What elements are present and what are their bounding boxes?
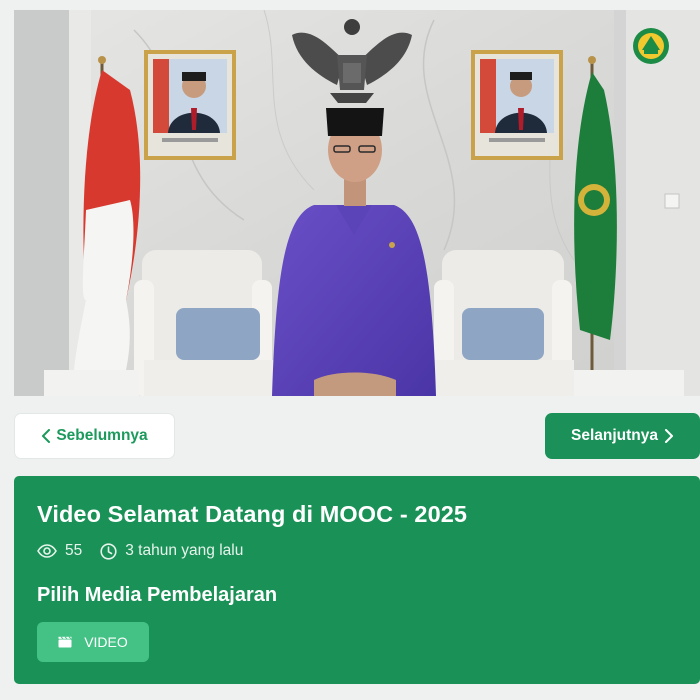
film-clapper-icon xyxy=(58,636,72,648)
previous-button-label: Sebelumnya xyxy=(56,427,148,444)
video-media-button[interactable]: VIDEO xyxy=(37,622,149,662)
eye-icon xyxy=(37,544,57,558)
next-button-label: Selanjutnya xyxy=(571,427,658,444)
next-button[interactable]: Selanjutnya xyxy=(545,413,700,459)
video-meta: 55 3 tahun yang lalu xyxy=(37,542,243,560)
posted-time: 3 tahun yang lalu xyxy=(125,542,244,559)
chevron-right-icon xyxy=(664,429,674,443)
video-player[interactable] xyxy=(14,10,700,396)
ministry-logo xyxy=(633,28,669,64)
video-title: Video Selamat Datang di MOOC - 2025 xyxy=(37,501,468,527)
right-chair xyxy=(434,250,574,396)
right-portrait xyxy=(471,50,563,160)
video-info-card: Video Selamat Datang di MOOC - 2025 55 3… xyxy=(14,476,700,684)
clock-icon xyxy=(100,542,117,560)
video-media-label: VIDEO xyxy=(84,634,128,650)
chevron-left-icon xyxy=(41,429,51,443)
media-section-title: Pilih Media Pembelajaran xyxy=(37,584,278,606)
view-count: 55 xyxy=(65,542,83,559)
previous-button[interactable]: Sebelumnya xyxy=(14,413,175,459)
left-portrait xyxy=(144,50,236,160)
left-chair xyxy=(134,250,284,396)
video-frame-image xyxy=(14,10,700,396)
